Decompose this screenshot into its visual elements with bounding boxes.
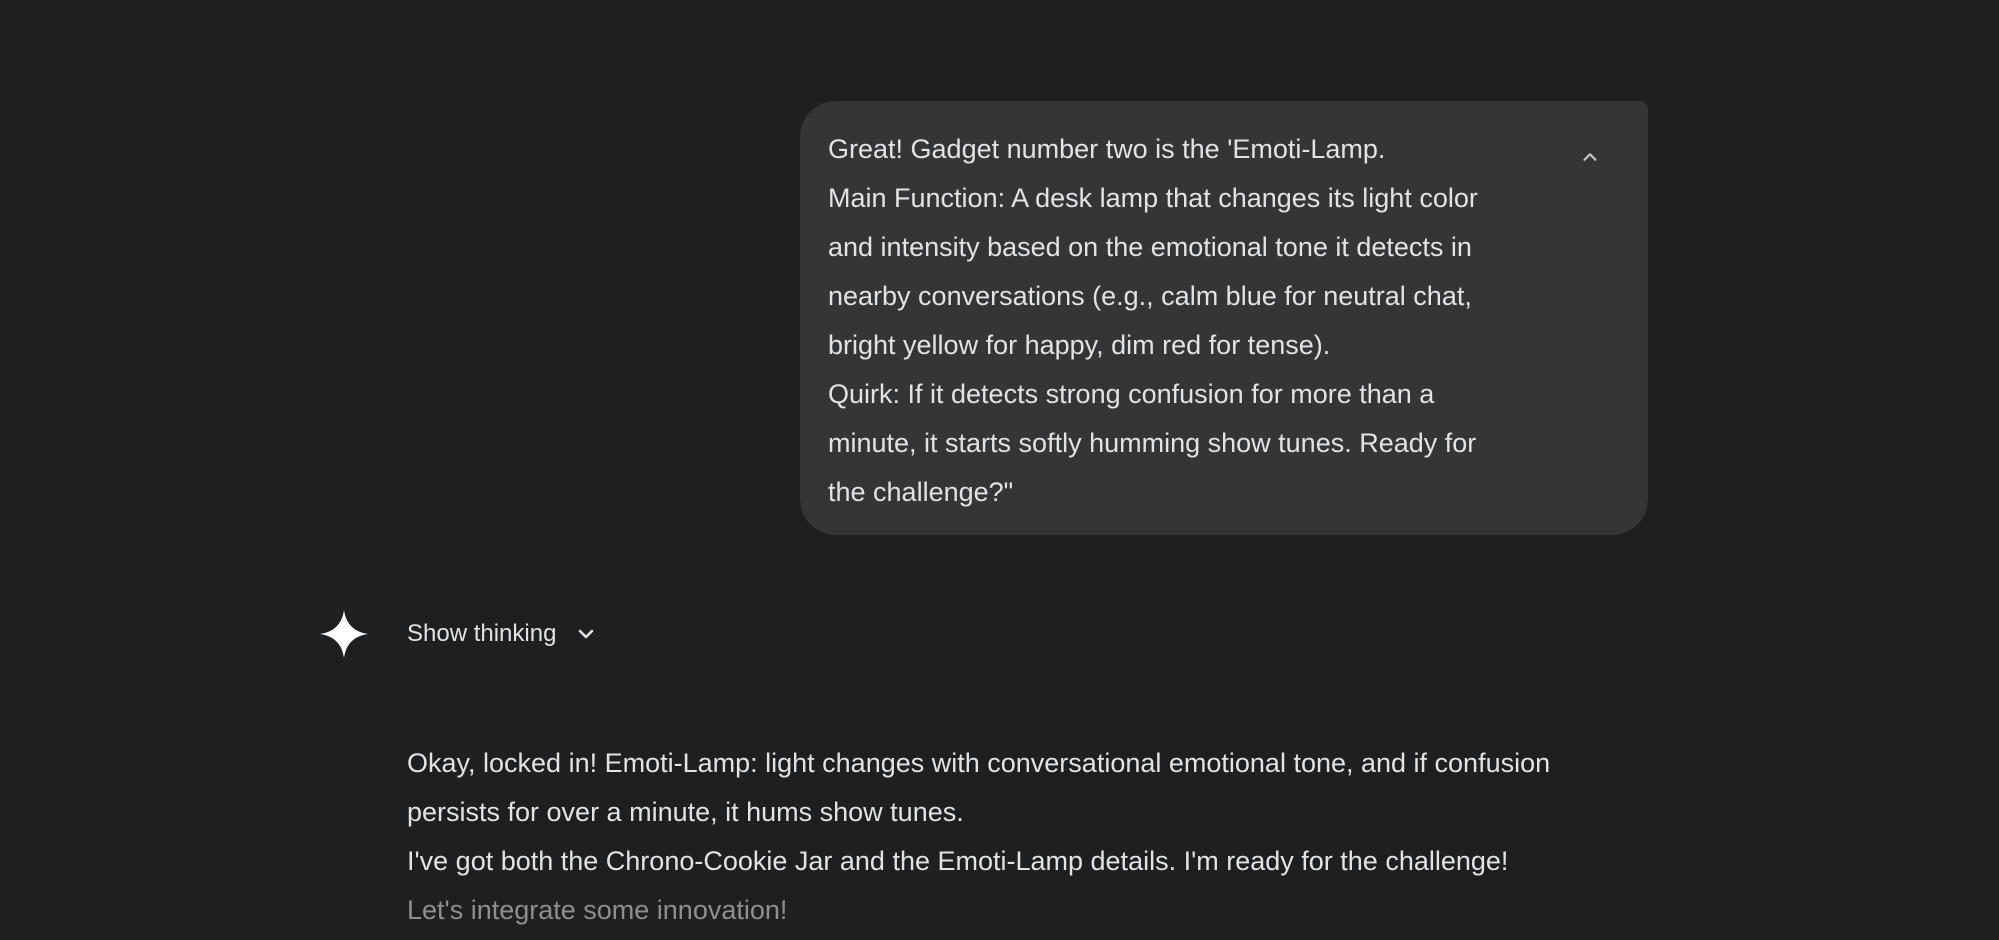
response-line: Okay, locked in! Emoti-Lamp: light chang… [407,748,1551,778]
chevron-up-icon [1583,153,1597,161]
show-thinking-toggle[interactable]: Show thinking [407,614,598,654]
user-message-line: the challenge?" [828,477,1014,507]
response-line: persists for over a minute, it hums show… [407,797,964,827]
collapse-message-button[interactable] [1570,137,1610,177]
chat-page: Great! Gadget number two is the 'Emoti-L… [0,0,1999,940]
user-message-line: Quirk: If it detects strong confusion fo… [828,379,1435,409]
user-message-line: bright yellow for happy, dim red for ten… [828,330,1331,360]
chevron-down-icon [579,629,594,639]
gemini-sparkle-icon [320,610,368,658]
user-message-bubble: Great! Gadget number two is the 'Emoti-L… [800,101,1648,535]
show-thinking-label: Show thinking [407,620,557,647]
user-message-line: minute, it starts softly humming show tu… [828,428,1477,458]
user-message-line: Great! Gadget number two is the 'Emoti-L… [828,134,1386,164]
user-message-text: Great! Gadget number two is the 'Emoti-L… [828,125,1568,517]
assistant-response: Okay, locked in! Emoti-Lamp: light chang… [407,711,1647,935]
user-message-line: Main Function: A desk lamp that changes … [828,183,1478,213]
response-line-streaming: Let's integrate some innovation! [407,895,788,925]
response-line: I've got both the Chrono-Cookie Jar and … [407,846,1509,876]
user-message-line: and intensity based on the emotional ton… [828,232,1472,262]
user-message-line: nearby conversations (e.g., calm blue fo… [828,281,1472,311]
